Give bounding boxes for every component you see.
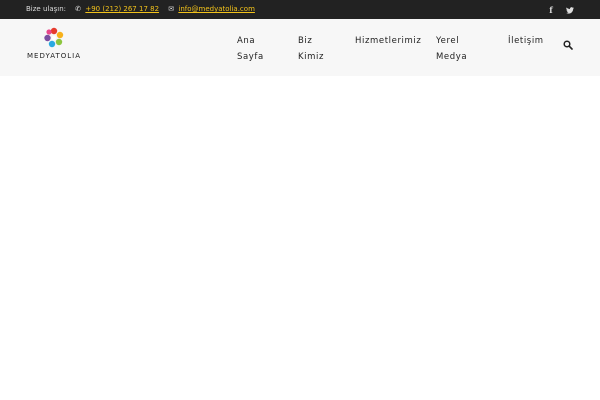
site-header: MEDYATOLIA Ana Sayfa Biz Kimiz Hizmetler… — [0, 19, 600, 76]
page-content-area — [0, 76, 600, 400]
nav-item-iletisim[interactable]: İletişim — [508, 33, 544, 49]
nav-item-yerel-medya[interactable]: Yerel Medya — [436, 33, 467, 65]
nav-label-line1: Yerel — [436, 36, 460, 46]
logo-mark-icon — [44, 27, 64, 48]
email-link[interactable]: info@medyatolia.com — [178, 5, 255, 13]
contact-info: Bize ulaşın: ✆ +90 (212) 267 17 82 ✉ inf… — [26, 5, 255, 13]
logo-text: MEDYATOLIA — [27, 52, 81, 60]
search-icon[interactable] — [563, 35, 575, 50]
nav-label-line1: İletişim — [508, 36, 544, 46]
top-bar: Bize ulaşın: ✆ +90 (212) 267 17 82 ✉ inf… — [0, 0, 600, 19]
nav-label-line1: Hizmetlerimiz — [355, 36, 422, 46]
envelope-icon: ✉ — [168, 5, 175, 13]
logo[interactable]: MEDYATOLIA — [24, 27, 84, 63]
nav-label-line1: Ana — [237, 36, 256, 46]
nav-item-biz-kimiz[interactable]: Biz Kimiz — [298, 33, 324, 65]
nav-item-ana-sayfa[interactable]: Ana Sayfa — [237, 33, 264, 65]
twitter-icon[interactable] — [564, 4, 576, 17]
facebook-icon[interactable]: f — [545, 4, 557, 16]
nav-label-line2: Sayfa — [237, 52, 264, 62]
phone-link[interactable]: +90 (212) 267 17 82 — [85, 5, 159, 13]
contact-label: Bize ulaşın: — [26, 5, 67, 13]
nav-item-hizmetlerimiz[interactable]: Hizmetlerimiz — [355, 33, 421, 49]
nav-label-line2: Kimiz — [298, 52, 325, 62]
nav-label-line2: Medya — [436, 52, 468, 62]
nav-label-line1: Biz — [298, 36, 313, 46]
phone-icon: ✆ — [75, 5, 82, 13]
